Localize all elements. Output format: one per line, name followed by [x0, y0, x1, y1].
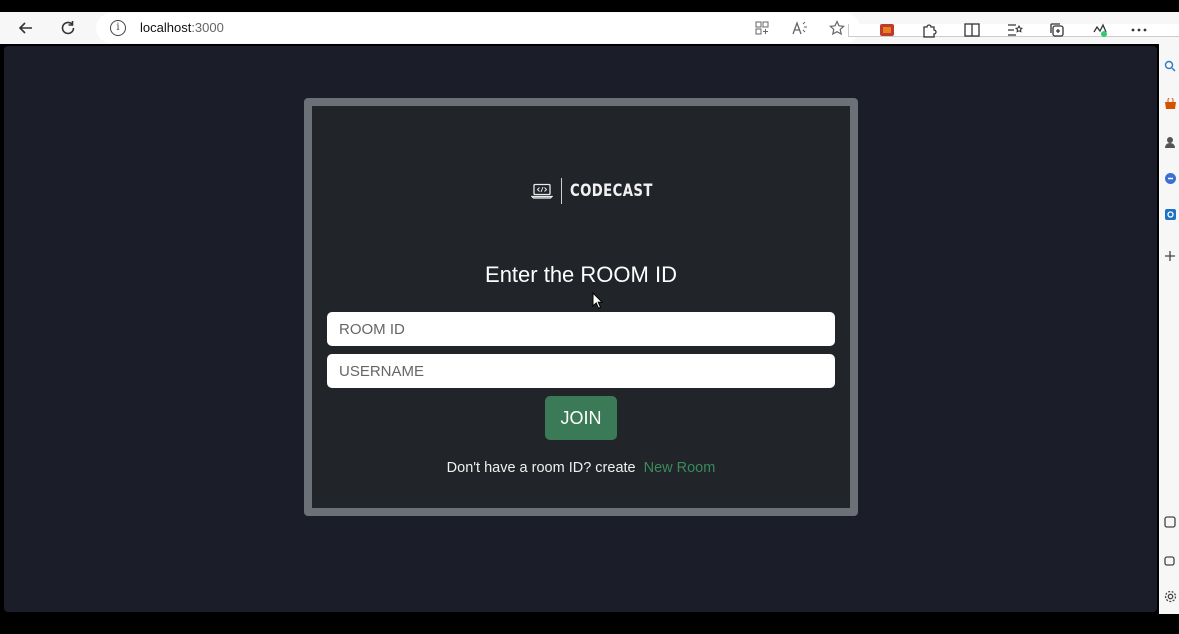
mouse-cursor-icon	[592, 292, 604, 309]
sidebar-window-icon[interactable]	[1162, 514, 1178, 530]
copilot-icon[interactable]	[1162, 170, 1178, 186]
refresh-icon[interactable]	[55, 15, 81, 41]
join-room-card: CODECAST Enter the ROOM ID JOIN Don't ha…	[304, 98, 858, 516]
site-info-icon[interactable]: i	[110, 20, 126, 36]
app-logo: CODECAST	[312, 178, 850, 204]
split-screen-icon[interactable]	[961, 19, 983, 41]
laptop-code-icon	[530, 183, 553, 199]
join-button[interactable]: JOIN	[545, 396, 617, 440]
url-host: localhost	[140, 20, 192, 35]
page-title: Enter the ROOM ID	[485, 262, 677, 287]
search-icon[interactable]	[1162, 58, 1178, 74]
logo-text: CODECAST	[569, 181, 653, 201]
favorite-star-icon[interactable]	[827, 18, 847, 38]
username-input[interactable]	[327, 354, 835, 388]
collections-icon[interactable]	[1046, 19, 1068, 41]
address-url[interactable]: localhost:3000	[140, 20, 224, 35]
favorites-list-icon[interactable]	[1004, 19, 1026, 41]
logo-divider	[560, 178, 562, 204]
create-room-hint: Don't have a room ID? create New Room	[312, 460, 850, 476]
more-menu-icon[interactable]	[1128, 19, 1150, 41]
read-aloud-icon[interactable]	[790, 18, 810, 38]
extension-red-icon[interactable]	[876, 19, 898, 41]
page-viewport: CODECAST Enter the ROOM ID JOIN Don't ha…	[4, 46, 1157, 612]
url-port: :3000	[191, 20, 224, 35]
app-available-icon[interactable]	[752, 18, 772, 38]
address-bar[interactable]: i localhost:3000	[96, 13, 860, 43]
add-icon[interactable]	[1162, 248, 1178, 264]
browser-toolbar: i localhost:3000	[0, 12, 1179, 44]
games-icon[interactable]	[1162, 134, 1178, 150]
sidebar-settings-icon[interactable]	[1162, 588, 1178, 604]
room-id-input[interactable]	[327, 312, 835, 346]
performance-icon[interactable]	[1089, 19, 1111, 41]
extensions-puzzle-icon[interactable]	[918, 19, 940, 41]
shopping-icon[interactable]	[1162, 96, 1178, 112]
screen: i localhost:3000 CODECAST Enter the ROOM…	[0, 0, 1179, 634]
top-strip	[0, 0, 1179, 12]
edge-sidebar	[1159, 44, 1179, 614]
sidebar-share-icon[interactable]	[1162, 552, 1178, 568]
outlook-icon[interactable]	[1162, 206, 1178, 222]
create-room-text: Don't have a room ID? create	[446, 460, 636, 476]
new-room-link[interactable]: New Room	[644, 460, 716, 476]
back-arrow-icon[interactable]	[13, 15, 39, 41]
